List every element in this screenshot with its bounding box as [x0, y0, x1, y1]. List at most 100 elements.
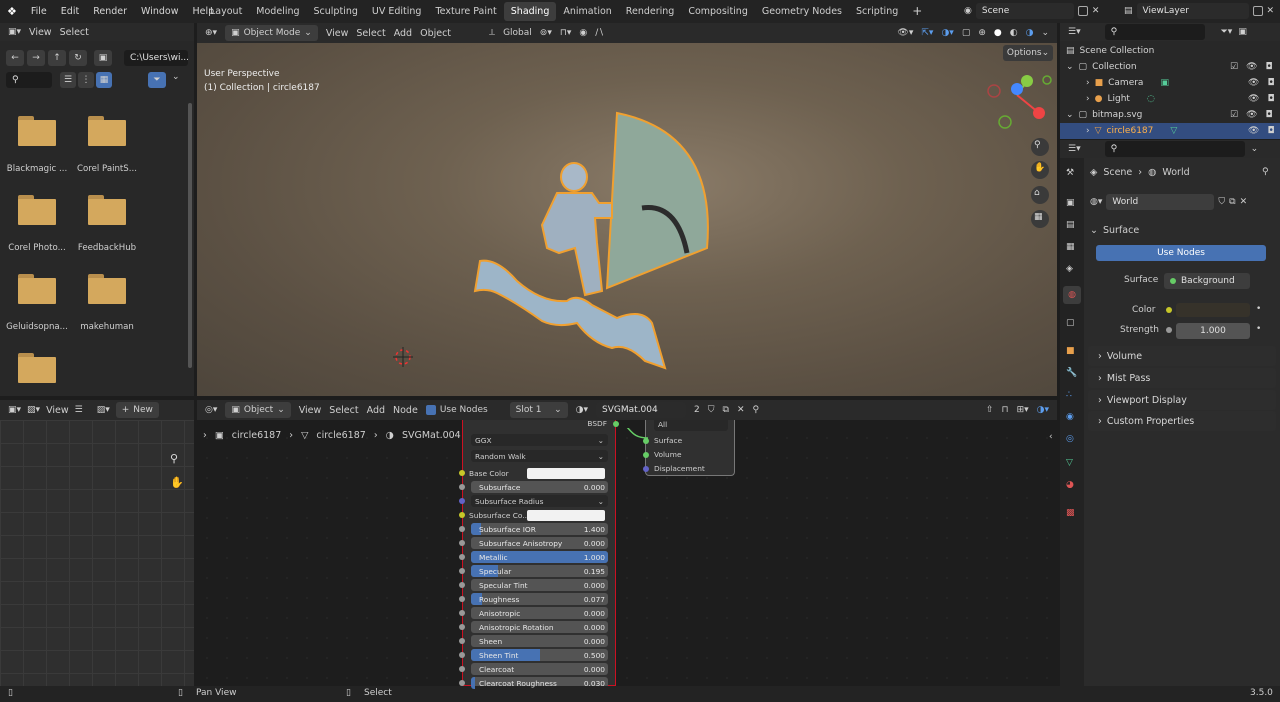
path-field[interactable]: C:\Users\wi...: [124, 50, 189, 66]
view-layer-tab-icon[interactable]: ▦: [1066, 242, 1075, 252]
tab-shading[interactable]: Shading: [503, 2, 557, 21]
forward-icon[interactable]: →: [27, 50, 45, 66]
collection-tab-icon[interactable]: ▢: [1066, 318, 1075, 328]
socket-icon[interactable]: [459, 540, 465, 546]
fake-user-icon[interactable]: ⛉: [1218, 197, 1225, 207]
tab-compositing[interactable]: Compositing: [681, 2, 755, 21]
texture-tab-icon[interactable]: ▩: [1066, 508, 1075, 518]
close-icon[interactable]: ✕: [737, 405, 745, 415]
camera-render-icon[interactable]: ◘: [1266, 107, 1273, 123]
filter-icon[interactable]: ⏷▾: [1221, 27, 1233, 37]
socket-icon[interactable]: [459, 652, 465, 658]
tab-texture-paint[interactable]: Texture Paint: [428, 2, 503, 21]
editor-type-icon[interactable]: ☰▾: [1068, 27, 1081, 37]
editor-type-icon[interactable]: ▣▾: [8, 405, 21, 415]
material-icon[interactable]: ◑▾: [576, 405, 588, 415]
copy-icon[interactable]: ⧉: [1229, 197, 1235, 207]
pin-icon[interactable]: ⚲: [753, 405, 760, 415]
back-icon[interactable]: ←: [6, 50, 24, 66]
bsdf-dropdown[interactable]: Subsurface Radius ⌄: [471, 495, 608, 507]
editor-type-icon[interactable]: ☰▾: [1068, 144, 1081, 154]
folder-icon[interactable]: [88, 116, 126, 146]
navigation-gizmo[interactable]: [987, 75, 1052, 129]
mode-dropdown[interactable]: ▣ Object Mode ⌄: [225, 25, 318, 41]
refresh-icon[interactable]: ↻: [69, 50, 87, 66]
color-swatch[interactable]: [1176, 303, 1250, 317]
shading-material-icon[interactable]: ◐: [1010, 28, 1018, 38]
menu-edit[interactable]: Edit: [54, 6, 86, 17]
world-tab-icon[interactable]: ◍: [1063, 286, 1081, 304]
hand-icon[interactable]: ✋: [1034, 163, 1045, 173]
strength-field[interactable]: 1.000: [1176, 323, 1250, 339]
outliner-search-input[interactable]: ⚲: [1104, 24, 1205, 40]
folder-icon[interactable]: [18, 274, 56, 304]
eye-icon[interactable]: 👁: [1248, 75, 1259, 91]
fake-user-icon[interactable]: ⛉: [708, 405, 715, 415]
object-tab-icon[interactable]: ■: [1066, 346, 1075, 356]
checkbox-checked-icon[interactable]: ☑: [1230, 107, 1238, 123]
socket-icon[interactable]: [459, 638, 465, 644]
properties-search-input[interactable]: ⚲: [1104, 141, 1245, 157]
bsdf-slider[interactable]: Sheen Tint 0.500: [471, 649, 608, 661]
menu-object[interactable]: Object: [420, 28, 451, 39]
menu-view[interactable]: View: [326, 28, 349, 39]
slot-dropdown[interactable]: Slot 1 ⌄: [509, 402, 568, 418]
folder-name[interactable]: makehuman: [71, 322, 143, 332]
gizmo-icon[interactable]: ⇱▾: [921, 28, 933, 38]
snap-icon[interactable]: ⊓▾: [560, 28, 572, 38]
close-icon[interactable]: ✕: [1092, 6, 1100, 16]
new-image-button[interactable]: + New: [115, 402, 159, 418]
socket-icon[interactable]: [459, 610, 465, 616]
physics-tab-icon[interactable]: ◉: [1066, 412, 1074, 422]
list-view-icon[interactable]: ☰: [60, 72, 76, 88]
eye-icon[interactable]: 👁: [1248, 91, 1259, 107]
checkbox-checked-icon[interactable]: ☑: [1230, 59, 1238, 75]
image-browse-icon[interactable]: ▨▾: [97, 405, 110, 415]
surface-section-header[interactable]: ⌄ Surface: [1090, 220, 1274, 240]
falloff-icon[interactable]: ∕∖: [595, 28, 604, 38]
snap-options-icon[interactable]: ⊞▾: [1017, 405, 1029, 415]
chevron-left-icon[interactable]: ‹: [1049, 432, 1053, 442]
visibility-icon[interactable]: 👁▾: [897, 28, 913, 38]
editor-type-icon[interactable]: ▣▾: [8, 27, 21, 37]
image-icon[interactable]: ▨▾: [27, 405, 40, 415]
mist-pass-section-header[interactable]: › Mist Pass: [1088, 368, 1276, 388]
copy-icon[interactable]: [1077, 6, 1088, 16]
bsdf-slider[interactable]: Metallic 1.000: [471, 551, 608, 563]
snap-icon[interactable]: ⊓: [1002, 405, 1009, 415]
use-nodes-button[interactable]: Use Nodes: [1096, 245, 1266, 261]
grid-icon[interactable]: ▦: [1034, 212, 1043, 222]
xray-icon[interactable]: ▢: [962, 28, 971, 38]
folder-icon[interactable]: [88, 274, 126, 304]
file-search-input[interactable]: ⚲: [6, 72, 52, 88]
3d-viewport[interactable]: User Perspective (1) Collection | circle…: [197, 43, 1057, 396]
chevron-down-icon[interactable]: ⌄: [1251, 144, 1259, 154]
windsurfer-object[interactable]: [473, 111, 709, 370]
menu-view[interactable]: View: [46, 405, 69, 416]
particles-tab-icon[interactable]: ∴: [1066, 390, 1072, 400]
overlay-icon[interactable]: ◑▾: [941, 28, 953, 38]
folder-name[interactable]: Geluidsopna...: [1, 322, 73, 332]
render-tab-icon[interactable]: ▣: [1066, 198, 1075, 208]
outliner-item-light[interactable]: › ● Light ◌: [1086, 91, 1155, 107]
bsdf-slider[interactable]: Clearcoat Roughness 0.030: [471, 677, 608, 689]
blender-logo-icon[interactable]: ❖: [0, 5, 24, 18]
bsdf-slider[interactable]: Specular Tint 0.000: [471, 579, 608, 591]
eye-icon[interactable]: 👁: [1246, 59, 1257, 75]
shading-rendered-icon[interactable]: ◑: [1026, 28, 1034, 38]
filter-icon[interactable]: ⏷: [148, 72, 166, 88]
outliner-item-camera[interactable]: › ■ Camera ▣: [1086, 75, 1169, 91]
outliner-item-bitmap[interactable]: ⌄ ▢ bitmap.svg: [1066, 107, 1142, 123]
folder-icon[interactable]: [18, 353, 56, 383]
bsdf-output-socket[interactable]: [613, 421, 619, 427]
thumbnail-view-icon[interactable]: ▦: [96, 72, 112, 88]
folder-name[interactable]: Corel PaintS...: [71, 164, 143, 174]
eye-icon[interactable]: 👁: [1246, 107, 1257, 123]
folder-icon[interactable]: [88, 195, 126, 225]
socket-icon[interactable]: [459, 666, 465, 672]
copy-icon[interactable]: ⧉: [723, 405, 729, 415]
tab-geometry-nodes[interactable]: Geometry Nodes: [755, 2, 849, 21]
list-detail-icon[interactable]: ⋮: [78, 72, 94, 88]
menu-select[interactable]: Select: [329, 405, 358, 416]
menu-render[interactable]: Render: [86, 6, 134, 17]
